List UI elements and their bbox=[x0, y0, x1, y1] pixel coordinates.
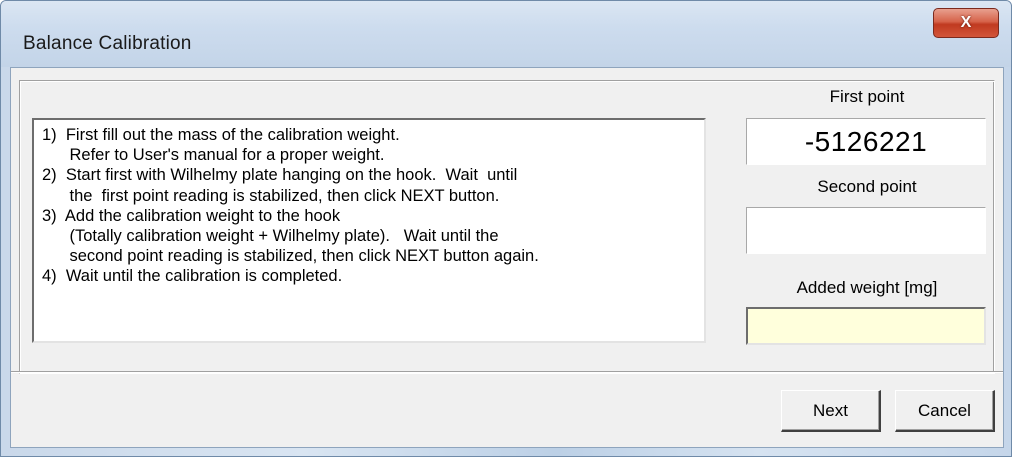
next-button[interactable]: Next bbox=[781, 390, 881, 432]
instruction-line: (Totally calibration weight + Wilhelmy p… bbox=[42, 227, 499, 246]
first-point-value: -5126221 bbox=[804, 125, 928, 157]
cancel-button[interactable]: Cancel bbox=[895, 390, 995, 432]
first-point-display: -5126221 bbox=[746, 118, 986, 165]
instruction-line: 1) First fill out the mass of the calibr… bbox=[42, 126, 400, 144]
added-weight-label: Added weight [mg] bbox=[796, 278, 938, 297]
close-icon: X bbox=[960, 14, 972, 31]
instruction-line: the first point reading is stabilized, t… bbox=[42, 186, 500, 205]
added-weight-input-wrapper bbox=[746, 307, 986, 345]
instructions-box: 1) First fill out the mass of the calibr… bbox=[32, 118, 706, 343]
instruction-line: 3) Add the calibration weight to the hoo… bbox=[42, 206, 341, 225]
first-point-label: First point bbox=[829, 87, 905, 106]
added-weight-input[interactable] bbox=[748, 309, 984, 343]
close-button[interactable]: X bbox=[933, 8, 999, 38]
instruction-line: Refer to User's manual for a proper weig… bbox=[42, 146, 385, 165]
button-separator bbox=[11, 371, 1003, 373]
second-point-value bbox=[747, 208, 985, 253]
balance-calibration-dialog: Balance Calibration X Next Cancel 1) Fir… bbox=[0, 0, 1012, 457]
second-point-display bbox=[746, 207, 986, 254]
second-point-label: Second point bbox=[817, 177, 917, 196]
instruction-line: second point reading is stabilized, then… bbox=[42, 247, 539, 266]
title-bar[interactable]: Balance Calibration X bbox=[1, 1, 1011, 67]
instruction-line: 2) Start first with Wilhelmy plate hangi… bbox=[42, 166, 518, 185]
window-title: Balance Calibration bbox=[23, 33, 192, 54]
instruction-line: 4) Wait until the calibration is complet… bbox=[42, 267, 343, 286]
